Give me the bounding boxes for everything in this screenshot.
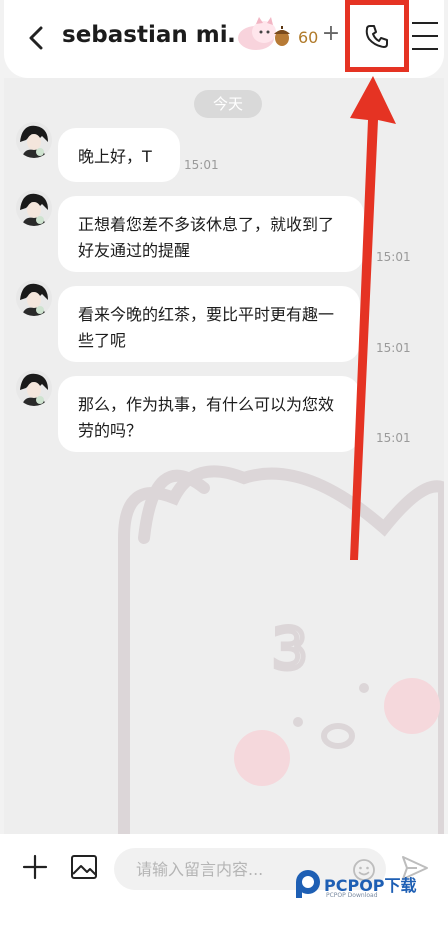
chat-title[interactable]: sebastian mi… [62,22,237,48]
message-text: 那么，作为执事，有什么可以为您效劳的吗？ [78,395,335,440]
acorn-count: 60 [298,28,319,47]
butler-avatar-icon [16,122,52,158]
watermark-sub: PCPOP Download [326,892,378,899]
cat-background-illustration: 3 [118,465,444,834]
pcpop-watermark: PCPOP下载 PCPOP Download [294,868,434,908]
avatar[interactable] [16,190,52,226]
message-time: 15:01 [376,431,411,445]
message-text: 看来今晚的红茶，要比平时更有趣一些了呢 [78,305,335,350]
message-time: 15:01 [184,158,219,172]
svg-text:3: 3 [272,617,308,682]
avatar[interactable] [16,122,52,158]
pcpop-logo-icon [296,870,320,898]
image-icon[interactable] [70,854,98,880]
chevron-left-icon [29,26,43,50]
plus-icon[interactable] [22,854,48,880]
message-bubble[interactable]: 正想着您差不多该休息了，就收到了好友通过的提醒 [58,196,364,272]
message-time: 15:01 [376,250,411,264]
phone-icon [365,25,388,48]
message-bubble[interactable]: 晚上好，T [58,128,180,182]
call-button[interactable] [345,0,409,72]
add-acorn-button[interactable]: + [320,22,342,46]
message-bubble[interactable]: 看来今晚的红茶，要比平时更有趣一些了呢 [58,286,360,362]
chat-area[interactable]: 3 今天 晚上好，T 15:01 正想着您差不多该休息了，就收到了好友通过的提醒 [4,78,444,834]
message-bubble[interactable]: 那么，作为执事，有什么可以为您效劳的吗？ [58,376,360,452]
menu-button[interactable] [412,22,438,50]
cat-mascot-icon[interactable] [236,16,292,52]
hamburger-menu-icon [412,22,438,24]
message-text: 晚上好，T [78,147,152,166]
chat-header: sebastian mi… 60 + [4,0,444,78]
message-time: 15:01 [376,341,411,355]
butler-avatar-icon [16,190,52,226]
avatar[interactable] [16,370,52,406]
back-button[interactable] [18,20,54,56]
avatar[interactable] [16,280,52,316]
butler-avatar-icon [16,280,52,316]
date-divider: 今天 [194,90,262,118]
message-text: 正想着您差不多该休息了，就收到了好友通过的提醒 [78,215,335,260]
butler-avatar-icon [16,370,52,406]
